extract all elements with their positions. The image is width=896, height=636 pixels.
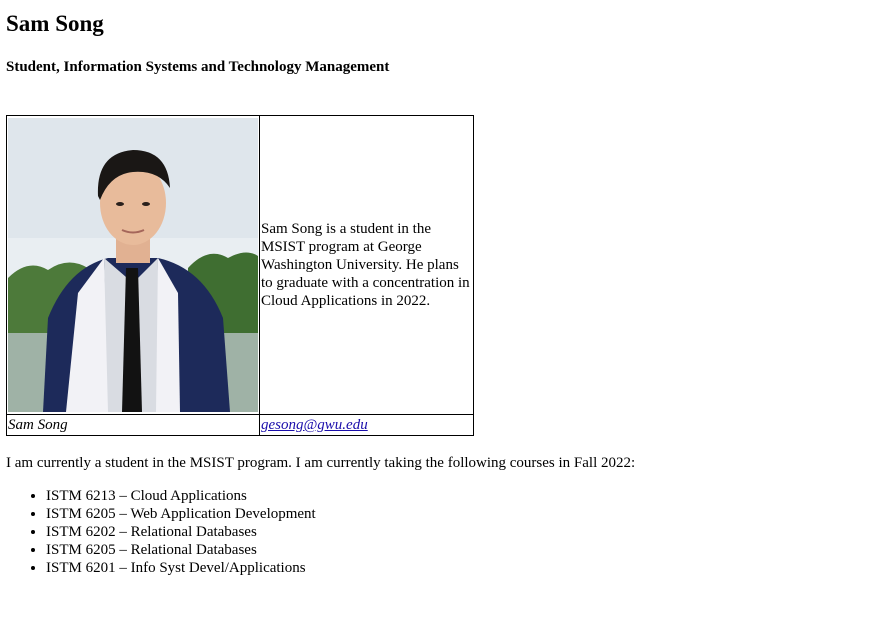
profile-photo <box>8 118 258 412</box>
course-item: ISTM 6213 – Cloud Applications <box>46 487 316 505</box>
course-item: ISTM 6205 – Web Application Development <box>46 505 316 523</box>
profile-table: Sam Song is a student in the MSIST progr… <box>6 115 474 436</box>
photo-cell <box>6 115 260 415</box>
bio-cell: Sam Song is a student in the MSIST progr… <box>259 115 474 415</box>
course-item: ISTM 6205 – Relational Databases <box>46 541 316 559</box>
intro-text: I am currently a student in the MSIST pr… <box>6 455 636 471</box>
email-link[interactable]: gesong@gwu.edu <box>261 417 368 433</box>
photo-caption: Sam Song <box>6 414 260 436</box>
email-cell: gesong@gwu.edu <box>259 414 474 436</box>
course-item: ISTM 6201 – Info Syst Devel/Applications <box>46 559 316 577</box>
page-title: Sam Song <box>6 11 104 36</box>
course-list: ISTM 6213 – Cloud Applications ISTM 6205… <box>6 487 316 577</box>
course-item: ISTM 6202 – Relational Databases <box>46 523 316 541</box>
page-subtitle: Student, Information Systems and Technol… <box>6 59 390 75</box>
